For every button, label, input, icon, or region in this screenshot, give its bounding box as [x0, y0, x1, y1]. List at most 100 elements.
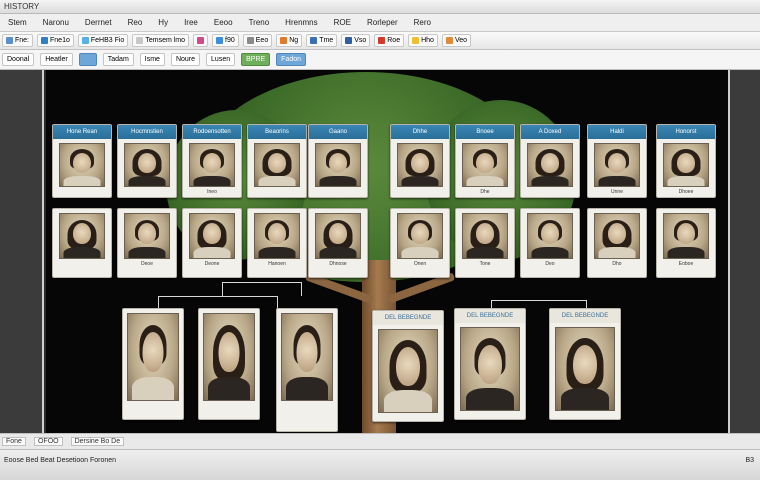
toolbar-button[interactable]: Tme — [306, 34, 338, 47]
person-card[interactable]: Beaorins — [247, 124, 307, 198]
toolbar-label: Veo — [454, 37, 468, 44]
toolbar-label: Tme — [319, 37, 334, 44]
person-card-caption: Deone — [204, 261, 220, 267]
toolbar-label: Roe — [387, 37, 401, 44]
portrait-face — [476, 153, 494, 173]
person-card[interactable]: Hocmnstien — [117, 124, 177, 198]
toolbar-button[interactable]: Heatler — [40, 53, 73, 66]
portrait-face — [138, 153, 156, 173]
toolbar-icon — [41, 37, 49, 44]
toolbar-button[interactable] — [193, 34, 209, 47]
portrait-face — [73, 153, 91, 173]
menu-item[interactable]: Hrenmns — [277, 18, 325, 27]
person-card[interactable]: Hanoen — [247, 208, 307, 278]
family-tree-canvas[interactable]: Hone Rean Hocmnstien Rodoensotten Ineo Beaor… — [46, 70, 728, 433]
parent-portrait-card[interactable]: DEL BEBEGNDE — [372, 310, 444, 422]
parent-card-header: DEL BEBEGNDE — [373, 311, 443, 325]
toolbar-icon — [246, 37, 254, 44]
toolbar-button[interactable]: Veo — [441, 34, 472, 47]
person-card[interactable]: Deo — [520, 208, 580, 278]
portrait-body — [401, 247, 439, 258]
toolbar-button[interactable]: Isme — [139, 53, 165, 66]
toolbar-button[interactable]: Fne1o — [37, 34, 74, 47]
person-card-caption: Dho — [612, 261, 622, 267]
toolbar-button[interactable]: Vso — [341, 34, 371, 47]
menu-item[interactable]: Treno — [241, 18, 278, 27]
menu-item[interactable]: Naronu — [35, 18, 77, 27]
portrait-photo — [397, 213, 443, 259]
parent-portrait-card[interactable] — [198, 308, 260, 420]
menu-item[interactable]: Rorleper — [359, 18, 406, 27]
person-card[interactable]: A Doxed — [520, 124, 580, 198]
status-tab-1[interactable]: OFOO — [33, 437, 63, 446]
toolbar-button[interactable]: BPRE — [241, 53, 271, 66]
person-card[interactable]: Dho — [587, 208, 647, 278]
portrait-face — [329, 153, 347, 173]
menu-item[interactable]: Stem — [0, 18, 35, 27]
toolbar-icon — [6, 37, 13, 44]
parent-portrait-card[interactable]: DEL BEBEGNDE — [549, 308, 621, 420]
person-card[interactable]: Dhhe — [390, 124, 450, 198]
menu-item[interactable]: Iree — [176, 18, 206, 27]
menu-item[interactable]: Hy — [150, 18, 176, 27]
person-card[interactable]: Haldi Unne — [587, 124, 647, 198]
toolbar-button[interactable]: Roe — [374, 34, 405, 47]
status-tab-2[interactable]: Dersine Bo De — [70, 437, 125, 446]
person-card[interactable]: Honorst Dhoee — [656, 124, 716, 198]
status-left[interactable]: Fone — [2, 437, 26, 446]
toolbar-button[interactable]: Doonal — [2, 53, 35, 66]
toolbar-button[interactable]: f90 — [212, 34, 239, 47]
portrait-photo — [189, 213, 235, 259]
portrait-body — [561, 388, 609, 410]
toolbar-button[interactable]: Fadon — [276, 53, 307, 66]
person-card[interactable]: Eoboe — [656, 208, 716, 278]
person-card[interactable]: Onen — [390, 208, 450, 278]
portrait-body — [667, 247, 705, 258]
menu-item[interactable]: ROE — [326, 18, 359, 27]
person-card[interactable]: Dhnose — [308, 208, 368, 278]
portrait-face — [541, 223, 559, 244]
window-titlebar: HISTORY — [0, 0, 760, 14]
portrait-face — [142, 332, 164, 372]
portrait-body — [319, 176, 357, 186]
toolbar-icon — [445, 37, 453, 44]
menu-item[interactable]: Rero — [406, 18, 439, 27]
toolbar-button[interactable]: Lusen — [206, 53, 236, 66]
person-card[interactable]: Tone — [455, 208, 515, 278]
parent-portrait-card[interactable] — [122, 308, 184, 420]
portrait-photo — [527, 213, 573, 259]
toolbar-button[interactable]: Noure — [170, 53, 201, 66]
parent-portrait-card[interactable] — [276, 308, 338, 432]
menu-item[interactable]: Reo — [120, 18, 151, 27]
portrait-face — [329, 223, 347, 244]
person-card[interactable]: Hone Rean — [52, 124, 112, 198]
parent-portrait-card[interactable]: DEL BEBEGNDE — [454, 308, 526, 420]
portrait-face — [608, 153, 626, 173]
toolbar-button[interactable]: Temsem lmo — [132, 34, 190, 47]
person-card[interactable]: Gaano — [308, 124, 368, 198]
person-card[interactable]: Bnoee Dhe — [455, 124, 515, 198]
portrait-photo — [663, 143, 709, 187]
portrait-face — [476, 223, 494, 244]
toolbar-button[interactable] — [78, 53, 97, 66]
toolbar-button[interactable]: FeHB3 Fio — [77, 34, 129, 47]
menu-item[interactable]: Eeoo — [206, 18, 241, 27]
person-card-caption: Eoboe — [678, 261, 694, 267]
person-card[interactable] — [52, 208, 112, 278]
person-card[interactable]: Deoe — [117, 208, 177, 278]
portrait-body — [193, 176, 231, 186]
toolbar-icon — [197, 37, 205, 44]
toolbar-button[interactable]: Ng — [276, 34, 303, 47]
person-card[interactable]: Deone — [182, 208, 242, 278]
toolbar-button[interactable]: Fne: — [2, 34, 34, 47]
portrait-photo — [281, 313, 333, 401]
right-side-panel — [728, 70, 760, 433]
menu-item[interactable]: Derrnet — [77, 18, 120, 27]
toolbar-button[interactable]: Hho — [408, 34, 438, 47]
person-card-caption: Dhe — [480, 189, 490, 195]
portrait-body — [63, 247, 101, 258]
person-card[interactable]: Rodoensotten Ineo — [182, 124, 242, 198]
portrait-body — [531, 176, 569, 186]
toolbar-button[interactable]: Tadam — [102, 53, 134, 66]
toolbar-button[interactable]: Eeo — [242, 34, 273, 47]
